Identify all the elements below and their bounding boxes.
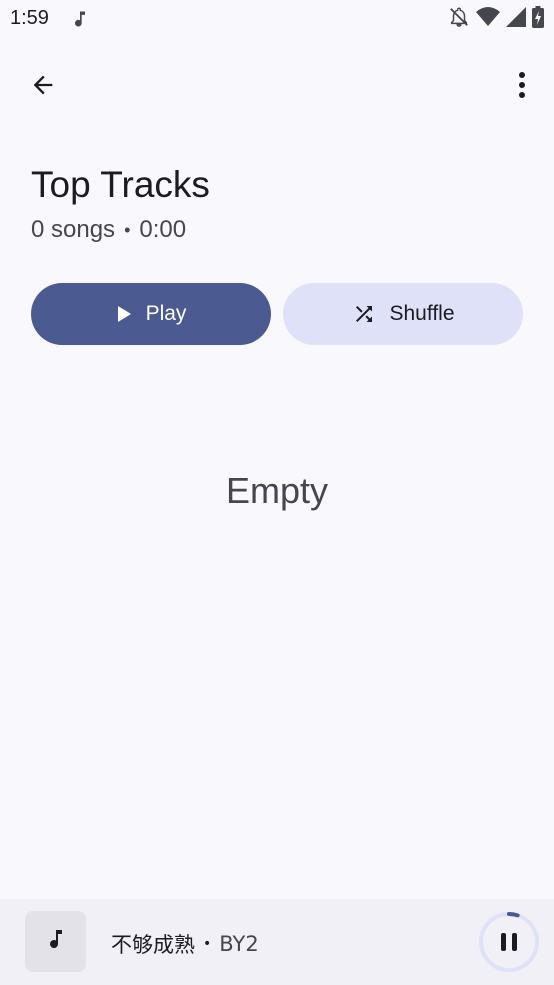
album-art — [25, 911, 86, 972]
back-button[interactable] — [20, 64, 66, 110]
playlist-info: 0 songs • 0:00 — [31, 216, 186, 244]
empty-state-text: Empty — [225, 470, 329, 511]
shuffle-icon — [352, 302, 376, 326]
shuffle-label: Shuffle — [389, 302, 455, 325]
arrow-back-icon — [29, 71, 57, 104]
track-artist: BY2 — [219, 932, 259, 956]
pause-icon — [501, 933, 517, 951]
music-note-icon — [44, 926, 68, 957]
pause-button[interactable] — [476, 909, 542, 975]
status-time: 1:59 — [10, 7, 49, 29]
track-info: 不够成熟 • BY2 — [111, 929, 259, 959]
status-bar: 1:59 — [0, 0, 554, 40]
page-title: Top Tracks — [31, 164, 210, 205]
music-note-icon — [70, 9, 90, 29]
progress-track — [479, 912, 539, 972]
battery-charging-icon — [532, 5, 544, 33]
mini-player[interactable]: 不够成熟 • BY2 — [0, 899, 554, 985]
notifications-off-icon — [448, 6, 470, 33]
top-app-bar — [0, 56, 554, 116]
separator: • — [203, 936, 212, 952]
playlist-duration: 0:00 — [139, 216, 187, 243]
play-icon — [116, 305, 132, 323]
song-count: 0 songs — [31, 216, 116, 243]
status-icons — [448, 5, 544, 33]
play-button[interactable]: Play — [31, 283, 271, 345]
play-label: Play — [145, 302, 187, 325]
signal-icon — [506, 6, 526, 32]
separator: • — [124, 219, 131, 240]
wifi-icon — [476, 6, 500, 33]
shuffle-button[interactable]: Shuffle — [283, 283, 523, 345]
more-options-button[interactable] — [502, 64, 542, 110]
more-vert-icon — [518, 71, 526, 104]
track-title: 不够成熟 — [111, 933, 195, 957]
